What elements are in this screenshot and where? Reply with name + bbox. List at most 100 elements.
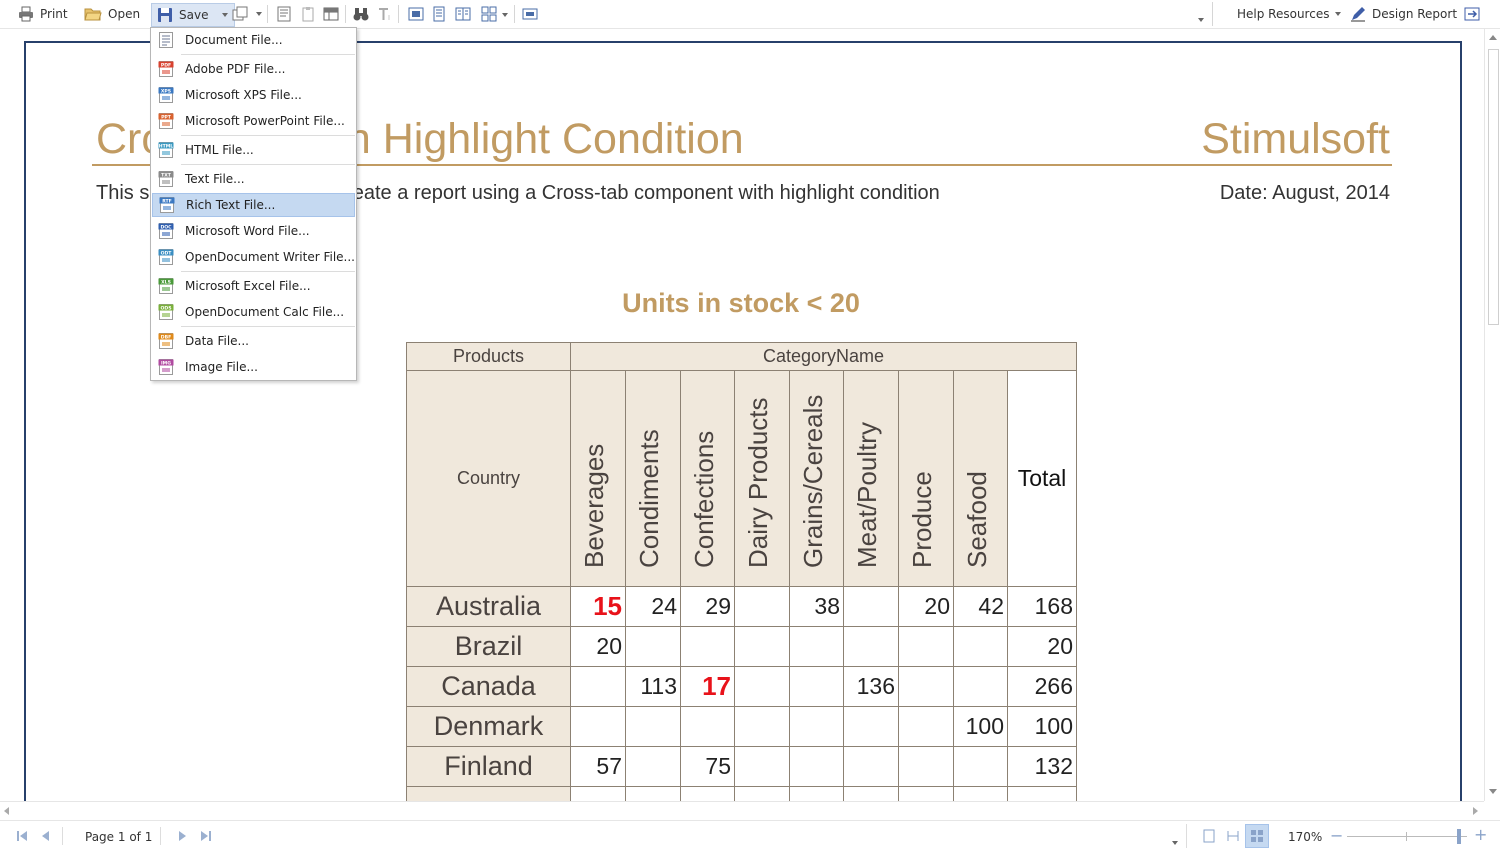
category-header-label: Confections: [688, 430, 719, 568]
binoculars-icon[interactable]: [353, 6, 369, 22]
bookmarks-icon[interactable]: [276, 6, 292, 22]
page-width-icon[interactable]: [431, 6, 447, 22]
save-menu-item[interactable]: XPS Microsoft XPS File...: [152, 83, 355, 107]
save-menu-item[interactable]: DOC Microsoft Word File...: [152, 219, 355, 243]
chevron-down-icon: [256, 12, 262, 16]
scroll-up-icon[interactable]: [1489, 35, 1497, 40]
highlighted-value-cell: 15: [570, 586, 626, 627]
total-cell: 168: [1007, 586, 1077, 627]
single-page-view-icon[interactable]: [1203, 829, 1215, 843]
zoom-slider-tick: [1406, 832, 1407, 841]
total-cell: 266: [1007, 666, 1077, 707]
save-menu-item[interactable]: ODS OpenDocument Calc File...: [152, 300, 355, 324]
continuous-view-icon[interactable]: [1226, 829, 1240, 843]
scroll-right-icon[interactable]: [1473, 807, 1478, 815]
exit-icon[interactable]: [1464, 6, 1480, 22]
country-cell: Brazil: [406, 626, 571, 667]
zoom-slider[interactable]: [1347, 836, 1467, 837]
menu-separator: [181, 271, 355, 272]
txt-file-icon: TXT: [158, 171, 174, 187]
clipboard-icon[interactable]: [300, 6, 316, 22]
save-menu: Document File... PDF Adobe PDF File... XPS M…: [150, 27, 357, 381]
next-page-icon[interactable]: [176, 830, 188, 842]
menu-separator: [181, 135, 355, 136]
previous-page-icon[interactable]: [40, 830, 52, 842]
help-resources-button[interactable]: Help Resources: [1237, 3, 1342, 25]
vertical-scroll-thumb[interactable]: [1488, 49, 1499, 325]
save-menu-item[interactable]: RTF Rich Text File...: [152, 193, 355, 217]
value-cell: 42: [953, 586, 1008, 627]
send-email-button[interactable]: [232, 3, 262, 25]
value-cell: [789, 626, 844, 667]
category-header-label: Produce: [907, 471, 937, 568]
single-page-icon[interactable]: [408, 6, 424, 22]
zoom-slider-thumb[interactable]: [1457, 829, 1461, 844]
horizontal-scrollbar[interactable]: [0, 801, 1484, 820]
save-menu-item[interactable]: PDF Adobe PDF File...: [152, 57, 355, 81]
vertical-scrollbar[interactable]: [1484, 29, 1500, 801]
pdf-file-icon: PDF: [158, 61, 174, 77]
zoom-level: 170%: [1288, 830, 1323, 844]
value-cell: [734, 666, 790, 707]
save-button[interactable]: Save: [151, 3, 236, 27]
value-cell: [843, 786, 899, 801]
open-button[interactable]: Open: [84, 3, 140, 25]
image-file-icon: IMG: [158, 359, 174, 375]
total-cell: 132: [1007, 746, 1077, 787]
value-cell: [953, 786, 1008, 801]
value-cell: 29: [680, 586, 735, 627]
save-menu-item[interactable]: PPT Microsoft PowerPoint File...: [152, 109, 355, 133]
xps-file-icon: XPS: [158, 87, 174, 103]
zoom-in-icon[interactable]: +: [1474, 825, 1487, 844]
status-separator: [62, 827, 63, 845]
ppt-file-icon: PPT: [158, 113, 174, 129]
save-menu-item[interactable]: DBF Data File...: [152, 329, 355, 353]
value-cell: [734, 786, 790, 801]
value-cell: [734, 706, 790, 747]
save-menu-item[interactable]: Document File...: [152, 28, 355, 52]
category-name-header: CategoryName: [570, 342, 1077, 371]
svg-text:PPT: PPT: [161, 115, 172, 121]
country-cell: [406, 786, 571, 801]
value-cell: 136: [843, 666, 899, 707]
scroll-left-icon[interactable]: [4, 807, 9, 815]
save-menu-item-label: Document File...: [185, 33, 283, 47]
save-menu-item[interactable]: TXT Text File...: [152, 167, 355, 191]
category-header: Meat/Poultry: [843, 370, 899, 587]
multi-page-icon[interactable]: [481, 6, 497, 22]
value-cell: 20: [898, 586, 954, 627]
multi-page-view-button[interactable]: [1245, 824, 1269, 848]
save-menu-item[interactable]: HTML HTML File...: [152, 138, 355, 162]
scroll-down-icon[interactable]: [1489, 789, 1497, 794]
folder-open-icon: [84, 8, 102, 21]
printer-icon: [19, 6, 33, 22]
design-report-button[interactable]: Design Report: [1350, 3, 1457, 25]
save-menu-item[interactable]: ODT OpenDocument Writer File...: [152, 245, 355, 269]
category-header: Condiments: [625, 370, 681, 587]
save-label: Save: [179, 8, 209, 22]
value-cell: [843, 746, 899, 787]
two-pages-icon[interactable]: [455, 6, 471, 22]
value-cell: [843, 706, 899, 747]
first-page-icon[interactable]: [16, 830, 28, 842]
category-header-label: Grains/Cereals: [797, 394, 828, 568]
print-button[interactable]: Print: [18, 3, 68, 25]
table-icon[interactable]: [323, 6, 339, 22]
fullscreen-icon[interactable]: [522, 6, 538, 22]
save-menu-item-label: Microsoft PowerPoint File...: [185, 114, 345, 128]
value-cell: 24: [625, 586, 681, 627]
last-page-icon[interactable]: [200, 830, 212, 842]
category-header: Beverages: [570, 370, 626, 587]
text-format-icon[interactable]: [377, 6, 393, 22]
chevron-down-icon[interactable]: [502, 13, 508, 17]
toolbar-overflow-icon[interactable]: [1198, 18, 1204, 22]
print-label: Print: [40, 7, 68, 21]
zoom-out-icon[interactable]: −: [1330, 826, 1343, 845]
save-menu-item[interactable]: IMG Image File...: [152, 355, 355, 379]
statusbar-overflow-icon[interactable]: [1172, 841, 1178, 845]
ods-file-icon: ODS: [158, 304, 174, 320]
save-menu-item[interactable]: XLS Microsoft Excel File...: [152, 274, 355, 298]
country-cell: Finland: [406, 746, 571, 787]
open-label: Open: [108, 7, 141, 21]
category-header: Seafood: [953, 370, 1008, 587]
